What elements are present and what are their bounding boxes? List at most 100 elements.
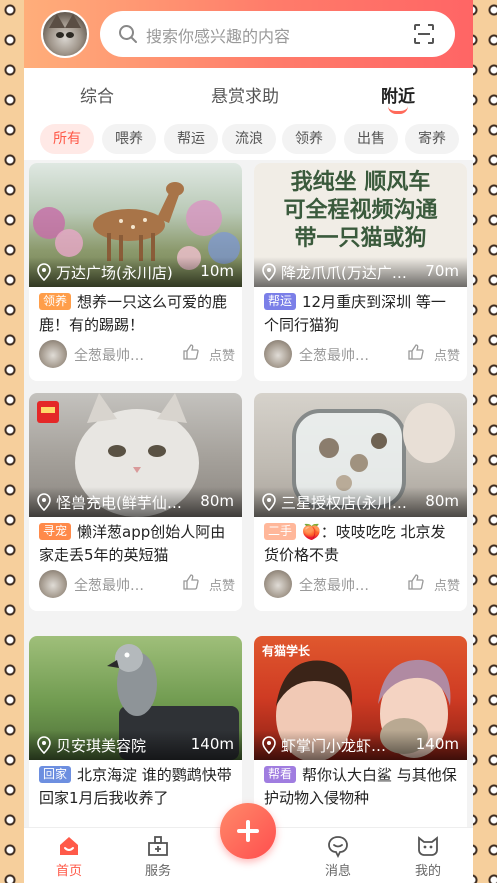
post-title: 帮看 帮你认大白鲨 与其他保护动物入侵物种 (264, 764, 460, 810)
chip-adopt[interactable]: 领养 (282, 124, 336, 154)
app-screen: 搜索你感兴趣的内容 综合 悬赏求助 附近 所有 喂养 帮运 流浪 领养 出售 寄… (24, 0, 473, 883)
location-bar: 降龙爪爪(万达广… 70m (254, 257, 467, 287)
location-bar: 怪兽充电(鲜芋仙… 80m (29, 487, 242, 517)
home-icon (60, 837, 78, 855)
nav-mine[interactable]: 我的 (398, 834, 458, 879)
location-name: 万达广场(永川店) (56, 264, 173, 282)
distance: 80m (200, 492, 234, 510)
nav-service-label: 服务 (144, 864, 171, 879)
location-pin-icon (262, 263, 276, 281)
post-image: 三星授权店(永川… 80m (254, 393, 467, 517)
post-title: 帮运 12月重庆到深圳 等一个同行猫狗 (264, 291, 460, 337)
category-chips: 所有 喂养 帮运 流浪 领养 出售 寄养 (24, 120, 473, 160)
post-tag: 领养 (39, 293, 72, 310)
distance: 10m (200, 262, 234, 280)
distance: 140m (190, 735, 234, 753)
image-caption-text: 我纯坐 顺风车 可全程视频沟通 带一只猫或狗 (283, 170, 438, 251)
search-placeholder: 搜索你感兴趣的内容 (146, 27, 291, 46)
post-footer: 全葱最帅… 点赞 (39, 340, 235, 370)
thumbs-up-icon[interactable] (183, 344, 199, 360)
tab-bar: 综合 悬赏求助 附近 (24, 68, 473, 120)
chip-transport[interactable]: 帮运 (164, 124, 218, 154)
distance: 70m (425, 262, 459, 280)
search-icon (119, 25, 137, 43)
chip-sale[interactable]: 出售 (344, 124, 398, 154)
nav-message[interactable]: 消息 (308, 834, 368, 879)
location-pin-icon (37, 493, 51, 511)
message-icon (328, 836, 348, 858)
user-avatar[interactable] (39, 340, 67, 368)
location-name: 降龙爪爪(万达广… (281, 264, 407, 282)
image-watermark: 有猫学长 (262, 644, 311, 658)
chip-stray[interactable]: 流浪 (222, 124, 276, 154)
user-name[interactable]: 全葱最帅… (74, 345, 156, 365)
create-post-button[interactable] (220, 803, 276, 859)
post-image: 万达广场(永川店) 10m (29, 163, 242, 287)
distance: 80m (425, 492, 459, 510)
chip-all[interactable]: 所有 (40, 124, 94, 154)
location-name: 虾掌门小龙虾… (281, 737, 387, 755)
post-tag: 回家 (39, 766, 72, 783)
nav-home[interactable]: 首页 (39, 834, 99, 879)
distance: 140m (415, 735, 459, 753)
post-card[interactable]: 我纯坐 顺风车 可全程视频沟通 带一只猫或狗 降龙爪爪(万达广… 70m 帮运 1… (254, 163, 467, 381)
like-button[interactable]: 点赞 (434, 575, 460, 594)
post-card[interactable]: 怪兽充电(鲜芋仙… 80m 寻宠 懒洋葱app创始人阿由家走丢5年的英短猫 全葱最… (29, 393, 242, 611)
post-card[interactable]: 有猫学长 虾掌门小龙虾… 140m 帮看 帮你认大白鲨 与其他保护动物入侵物种 (254, 636, 467, 854)
location-bar: 虾掌门小龙虾… 140m (254, 730, 467, 760)
nav-home-label: 首页 (55, 864, 82, 879)
user-name[interactable]: 全葱最帅… (299, 575, 381, 595)
location-bar: 万达广场(永川店) 10m (29, 257, 242, 287)
location-pin-icon (37, 263, 51, 281)
post-card[interactable]: 万达广场(永川店) 10m 领养 想养一只这么可爱的鹿鹿！有的踢踢！ 全葱最帅… … (29, 163, 242, 381)
post-tag: 二手 (264, 523, 297, 540)
thumbs-up-icon[interactable] (408, 344, 424, 360)
user-avatar[interactable] (264, 340, 292, 368)
thumbs-up-icon[interactable] (408, 574, 424, 590)
post-title: 回家 北京海淀 谁的鹦鹉快带回家1月后我收养了 (39, 764, 235, 810)
avatar[interactable] (41, 10, 89, 58)
location-pin-icon (262, 736, 276, 754)
header: 搜索你感兴趣的内容 (24, 0, 473, 68)
post-footer: 全葱最帅… 点赞 (264, 340, 460, 370)
post-tag: 寻宠 (39, 523, 72, 540)
chip-feeding[interactable]: 喂养 (102, 124, 156, 154)
post-title: 寻宠 懒洋葱app创始人阿由家走丢5年的英短猫 (39, 521, 235, 567)
post-tag: 帮运 (264, 293, 297, 310)
chip-boarding[interactable]: 寄养 (405, 124, 459, 154)
like-button[interactable]: 点赞 (434, 345, 460, 364)
post-image: 我纯坐 顺风车 可全程视频沟通 带一只猫或狗 降龙爪爪(万达广… 70m (254, 163, 467, 287)
scan-icon[interactable] (413, 23, 435, 45)
location-pin-icon (37, 736, 51, 754)
post-footer: 全葱最帅… 点赞 (264, 570, 460, 600)
post-footer: 全葱最帅… 点赞 (39, 570, 235, 600)
user-name[interactable]: 全葱最帅… (299, 345, 381, 365)
post-image: 有猫学长 虾掌门小龙虾… 140m (254, 636, 467, 760)
location-pin-icon (262, 493, 276, 511)
user-name[interactable]: 全葱最帅… (74, 575, 156, 595)
location-bar: 贝安琪美容院 140m (29, 730, 242, 760)
like-button[interactable]: 点赞 (209, 345, 235, 364)
user-avatar[interactable] (264, 570, 292, 598)
post-title: 二手 🍑：吱吱吃吃 北京发货价格不贵 (264, 521, 460, 567)
location-name: 三星授权店(永川… (281, 494, 407, 512)
tab-general[interactable]: 综合 (80, 82, 114, 107)
location-name: 贝安琪美容院 (56, 737, 147, 755)
cat-face-icon (418, 836, 438, 856)
post-tag: 帮看 (264, 766, 297, 783)
like-button[interactable]: 点赞 (209, 575, 235, 594)
search-bar[interactable]: 搜索你感兴趣的内容 (100, 11, 455, 57)
tab-bounty-help[interactable]: 悬赏求助 (211, 82, 279, 107)
nav-service[interactable]: 服务 (128, 834, 188, 879)
post-card[interactable]: 贝安琪美容院 140m 回家 北京海淀 谁的鹦鹉快带回家1月后我收养了 (29, 636, 242, 854)
post-image: 贝安琪美容院 140m (29, 636, 242, 760)
thumbs-up-icon[interactable] (183, 574, 199, 590)
nav-message-label: 消息 (324, 864, 351, 879)
tab-nearby[interactable]: 附近 (381, 82, 415, 107)
service-icon (148, 836, 168, 856)
user-avatar[interactable] (39, 570, 67, 598)
post-card[interactable]: 三星授权店(永川… 80m 二手 🍑：吱吱吃吃 北京发货价格不贵 全葱最帅… 点赞 (254, 393, 467, 611)
post-image: 怪兽充电(鲜芋仙… 80m (29, 393, 242, 517)
location-name: 怪兽充电(鲜芋仙… (56, 494, 182, 512)
location-bar: 三星授权店(永川… 80m (254, 487, 467, 517)
